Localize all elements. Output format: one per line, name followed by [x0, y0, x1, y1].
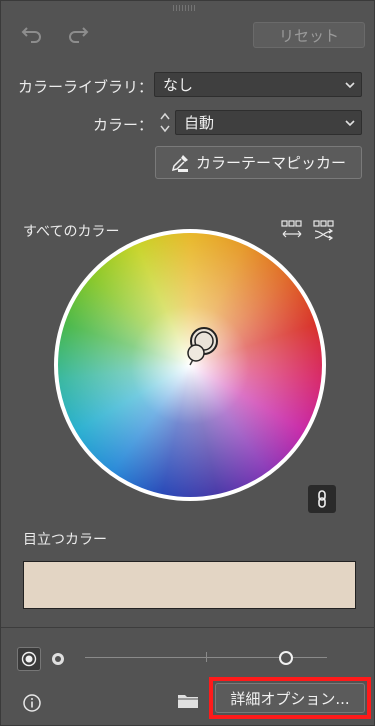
wheel-handles [187, 327, 218, 366]
picker-button-label: カラーテーマピッカー [196, 154, 347, 172]
info-icon[interactable] [22, 693, 42, 713]
divider [1, 627, 375, 628]
color-count-value: 自動 [184, 114, 215, 132]
link-icon [318, 490, 326, 508]
reset-button[interactable]: リセット [253, 22, 365, 48]
redo-icon[interactable] [65, 23, 89, 45]
color-handle[interactable] [187, 344, 205, 362]
show-hue-brightness-button[interactable] [46, 647, 70, 671]
undo-icon[interactable] [21, 23, 45, 45]
chevron-down-icon [345, 120, 355, 127]
prominent-color-swatch[interactable] [23, 561, 356, 609]
show-saturation-brightness-button[interactable] [17, 647, 41, 671]
chevron-down-icon [345, 82, 355, 89]
slider-midpoint [206, 652, 207, 662]
prominent-colors-label: 目立つカラー [23, 532, 107, 548]
library-label: カラーライブラリ： [17, 78, 153, 96]
eyedropper-icon [171, 154, 188, 172]
folder-icon[interactable] [177, 691, 199, 711]
highlight-box [209, 677, 371, 719]
library-value: なし [163, 76, 194, 94]
color-count-select[interactable]: 自動 [175, 110, 362, 135]
color-theme-panel: リセット カラーライブラリ： なし カラー： 自動 カラーテーマピッカー すべて… [0, 0, 375, 726]
library-select[interactable]: なし [154, 72, 362, 97]
panel-grip[interactable] [173, 5, 195, 11]
color-theme-picker-button[interactable]: カラーテーマピッカー [155, 146, 362, 179]
color-count-label: カラー： [92, 116, 153, 134]
stepper-icon[interactable] [158, 110, 172, 135]
dot-icon [52, 653, 64, 665]
brightness-slider-thumb[interactable] [278, 651, 293, 665]
link-harmony-button[interactable] [308, 485, 336, 513]
radio-on-icon [21, 651, 37, 667]
color-wheel[interactable] [54, 229, 326, 501]
